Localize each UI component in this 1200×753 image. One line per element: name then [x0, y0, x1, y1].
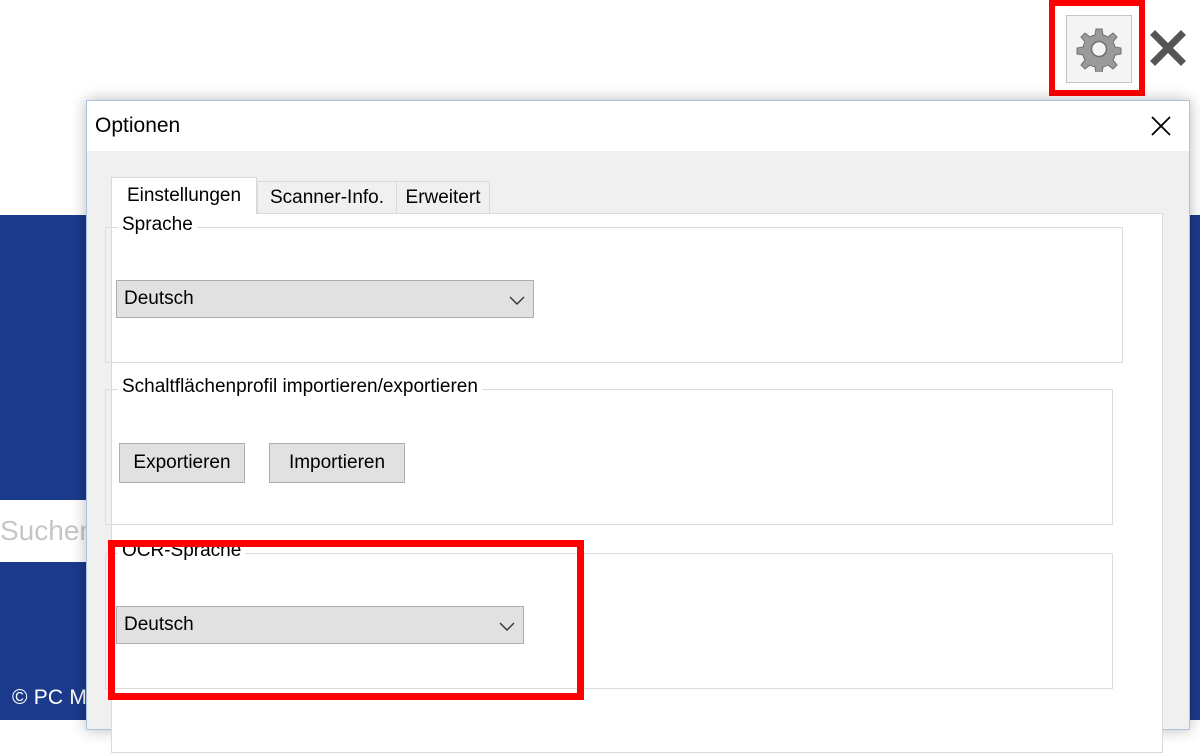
- profil-group: Schaltflächenprofil importieren/exportie…: [105, 376, 1113, 525]
- tab-erweitert[interactable]: Erweitert: [396, 181, 490, 214]
- sprache-dropdown[interactable]: Deutsch: [116, 280, 534, 318]
- ocr-selected-value: Deutsch: [124, 614, 194, 635]
- ocr-sprache-group: OCR-Sprache Deutsch: [105, 540, 1113, 689]
- sprache-group: Sprache Deutsch: [105, 214, 1123, 363]
- chevron-down-icon: [499, 622, 515, 631]
- export-button[interactable]: Exportieren: [119, 443, 245, 483]
- sprache-legend: Sprache: [118, 214, 197, 236]
- profil-legend: Schaltflächenprofil importieren/exportie…: [118, 376, 482, 398]
- close-x-icon: [1150, 30, 1186, 66]
- ocr-sprache-legend: OCR-Sprache: [118, 540, 246, 562]
- dialog-titlebar: Optionen: [87, 101, 1189, 151]
- search-input[interactable]: [0, 500, 90, 562]
- app-close-button[interactable]: [1148, 28, 1188, 68]
- tab-label: Einstellungen: [126, 185, 242, 206]
- gear-icon: [1076, 28, 1122, 72]
- tab-einstellungen[interactable]: Einstellungen: [111, 177, 257, 214]
- close-icon: [1151, 116, 1171, 136]
- ocr-sprache-dropdown[interactable]: Deutsch: [116, 606, 524, 644]
- settings-button[interactable]: [1066, 15, 1132, 83]
- chevron-down-icon: [509, 296, 525, 305]
- import-button[interactable]: Importieren: [269, 443, 405, 483]
- dialog-title: Optionen: [95, 114, 181, 137]
- tab-scanner-info[interactable]: Scanner-Info.: [257, 181, 397, 214]
- dialog-close-button[interactable]: [1136, 104, 1186, 148]
- options-dialog: Optionen Einstellungen Scanner-Info. Erw…: [86, 100, 1190, 753]
- sprache-selected-value: Deutsch: [124, 288, 194, 309]
- tab-label: Erweitert: [405, 187, 481, 208]
- tab-label: Scanner-Info.: [269, 187, 385, 208]
